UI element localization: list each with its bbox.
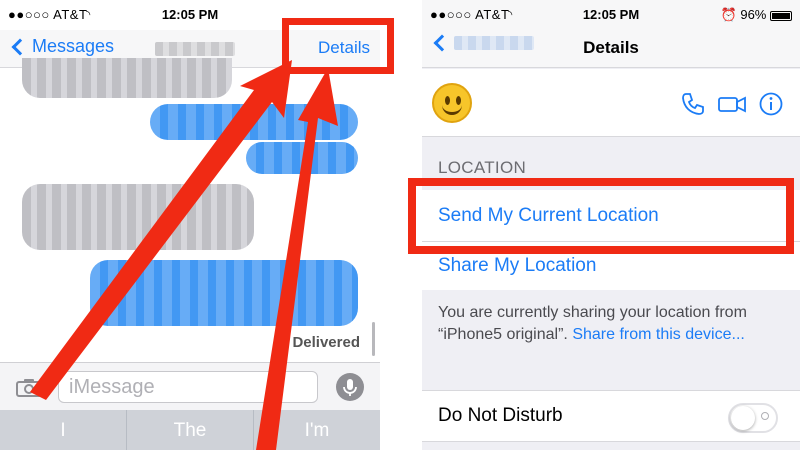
message-bubble-outgoing[interactable] xyxy=(150,104,358,140)
camera-icon[interactable] xyxy=(16,378,42,397)
phone-icon[interactable] xyxy=(680,91,706,117)
chevron-left-icon xyxy=(11,38,29,55)
message-bubble-outgoing[interactable] xyxy=(246,142,358,174)
delivered-label: Delivered xyxy=(292,334,360,351)
do-not-disturb-toggle[interactable] xyxy=(728,403,778,433)
microphone-icon xyxy=(343,379,357,396)
battery-icon xyxy=(770,10,792,21)
contact-row xyxy=(422,69,800,137)
do-not-disturb-row: Do Not Disturb xyxy=(422,390,800,442)
message-input-bar: iMessage xyxy=(0,362,380,410)
status-bar: ●●○○○ AT&T ◝ 12:05 PM ⏰ 96% xyxy=(422,0,800,30)
send-location-highlight-box xyxy=(408,178,794,254)
imessage-input[interactable]: iMessage xyxy=(58,371,318,403)
contact-name-blurred xyxy=(155,42,235,56)
toggle-knob xyxy=(731,406,755,430)
back-label: Messages xyxy=(32,36,115,56)
video-camera-icon[interactable] xyxy=(717,91,747,117)
battery-percent: 96% xyxy=(740,7,767,22)
info-icon[interactable] xyxy=(758,91,784,117)
message-bubble-outgoing[interactable] xyxy=(90,260,358,326)
suggestion-item[interactable]: I xyxy=(0,410,127,450)
microphone-button[interactable] xyxy=(336,373,364,401)
nav-bar: Details xyxy=(422,30,800,68)
back-button[interactable]: Messages xyxy=(10,36,114,57)
location-section-header: LOCATION xyxy=(438,158,527,177)
alarm-icon: ⏰ xyxy=(720,7,737,22)
message-bubble-incoming[interactable] xyxy=(22,184,254,250)
suggestion-item[interactable]: The xyxy=(127,410,254,450)
smiley-avatar-icon xyxy=(432,83,472,123)
toggle-off-indicator xyxy=(761,412,769,420)
share-from-device-link[interactable]: Share from this device... xyxy=(572,326,745,343)
message-bubble-incoming[interactable] xyxy=(22,58,232,98)
details-highlight-box xyxy=(282,18,394,74)
location-sharing-note: You are currently sharing your location … xyxy=(438,302,790,346)
keyboard-suggestion-bar: I The I'm xyxy=(0,410,380,450)
suggestion-item[interactable]: I'm xyxy=(254,410,380,450)
scrollbar[interactable] xyxy=(372,322,375,356)
do-not-disturb-label: Do Not Disturb xyxy=(438,405,563,426)
page-title: Details xyxy=(583,38,639,57)
battery-indicator: ⏰ 96% xyxy=(721,7,792,23)
